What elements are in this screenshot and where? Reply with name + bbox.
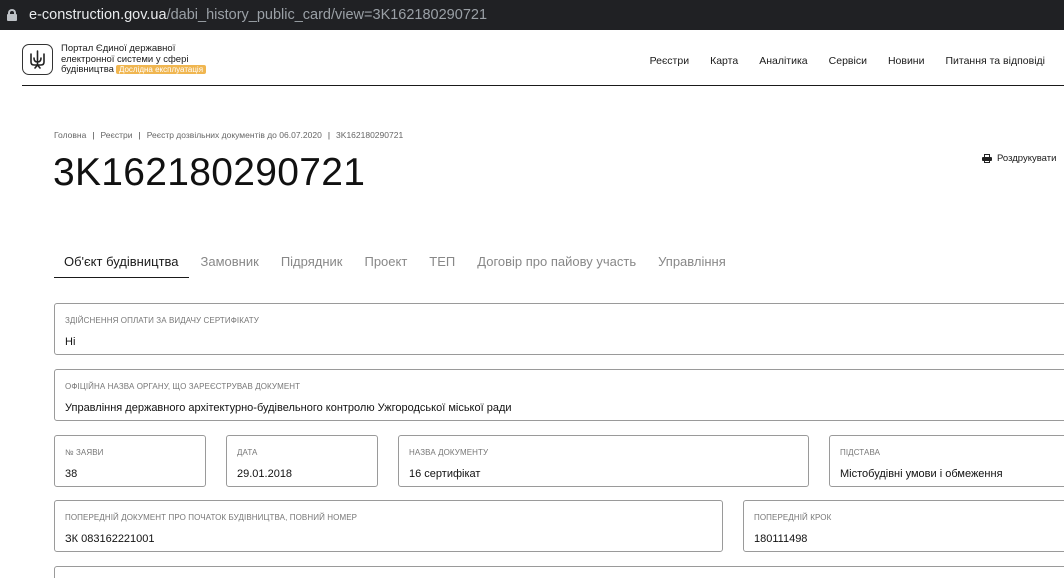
nav-faq[interactable]: Питання та відповіді xyxy=(945,55,1045,67)
breadcrumb-separator: | xyxy=(138,130,141,140)
field-label: Здійснення оплати за видачу сертифікату xyxy=(65,316,259,325)
breadcrumb-registry[interactable]: Реєстр дозвільних документів до 06.07.20… xyxy=(147,130,322,140)
field-value: 38 xyxy=(65,468,78,480)
browser-url-bar[interactable]: e-construction.gov.ua/dabi_history_publi… xyxy=(0,0,1064,30)
url-host: e-construction.gov.ua xyxy=(29,7,167,23)
field-payment: Здійснення оплати за видачу сертифікату … xyxy=(54,303,1064,355)
field-date: Дата 29.01.2018 xyxy=(226,435,378,487)
breadcrumb: Головна | Реєстри | Реєстр дозвільних до… xyxy=(54,130,403,140)
page-title: 3K162180290721 xyxy=(53,151,366,194)
field-value: Містобудівні умови і обмеження xyxy=(840,468,1003,480)
tab-shared-agreement[interactable]: Договір про пайову участь xyxy=(467,254,646,278)
field-next-partial xyxy=(54,566,1064,578)
field-application-number: № заяви 38 xyxy=(54,435,206,487)
nav-news[interactable]: Новини xyxy=(888,55,925,67)
field-label: Офіційна назва органу, що зареєстрував д… xyxy=(65,382,301,391)
nav-map[interactable]: Карта xyxy=(710,55,738,67)
breadcrumb-current: 3K162180290721 xyxy=(336,130,404,140)
field-label: Назва документу xyxy=(409,448,489,457)
tab-management[interactable]: Управління xyxy=(648,254,736,278)
field-value: 180111498 xyxy=(754,533,808,545)
field-value: ЗК 083162221001 xyxy=(65,533,155,545)
field-value: 29.01.2018 xyxy=(237,468,293,480)
breadcrumb-separator: | xyxy=(92,130,95,140)
field-label: Попередній крок xyxy=(754,513,832,522)
nav-analytics[interactable]: Аналітика xyxy=(759,55,807,67)
trident-logo-icon[interactable] xyxy=(22,44,53,75)
trial-badge: Дослідна експлуатація xyxy=(115,65,207,74)
breadcrumb-registries[interactable]: Реєстри xyxy=(101,130,133,140)
field-value: Ні xyxy=(65,336,76,348)
field-label: Попередній документ про початок будівниц… xyxy=(65,513,358,522)
nav-services[interactable]: Сервіси xyxy=(829,55,867,67)
tab-project[interactable]: Проект xyxy=(354,254,417,278)
field-label: Підстава xyxy=(840,448,881,457)
nav-registries[interactable]: Реєстри xyxy=(650,55,690,67)
field-previous-step: Попередній крок 180111498 xyxy=(743,500,1064,552)
field-value: 16 сертифікат xyxy=(409,468,481,480)
print-label: Роздрукувати xyxy=(997,153,1057,164)
main-nav: Реєстри Карта Аналітика Сервіси Новини П… xyxy=(629,55,1045,67)
tab-tep[interactable]: ТЕП xyxy=(419,254,465,278)
tab-bar: Об'єкт будівництва Замовник Підрядник Пр… xyxy=(54,254,738,278)
url-path: /dabi_history_public_card/view=3K1621802… xyxy=(166,7,488,23)
lock-icon xyxy=(7,9,17,21)
portal-title[interactable]: Портал Єдиної державної електронної сист… xyxy=(61,43,241,76)
field-label: № заяви xyxy=(65,448,104,457)
field-label: Дата xyxy=(237,448,258,457)
field-value: Управління державного архітектурно-будів… xyxy=(65,402,512,414)
portal-title-line3: будівництва xyxy=(61,64,114,75)
field-basis: Підстава Містобудівні умови і обмеження xyxy=(829,435,1064,487)
print-button[interactable]: Роздрукувати xyxy=(982,153,1056,164)
printer-icon xyxy=(982,154,992,163)
breadcrumb-home[interactable]: Головна xyxy=(54,130,86,140)
tab-customer[interactable]: Замовник xyxy=(191,254,269,278)
field-previous-document: Попередній документ про початок будівниц… xyxy=(54,500,723,552)
portal-title-line1: Портал Єдиної державної xyxy=(61,43,176,54)
field-authority: Офіційна назва органу, що зареєстрував д… xyxy=(54,369,1064,421)
breadcrumb-separator: | xyxy=(327,130,331,140)
tab-contractor[interactable]: Підрядник xyxy=(271,254,353,278)
url-text[interactable]: e-construction.gov.ua/dabi_history_publi… xyxy=(29,7,487,23)
tab-object[interactable]: Об'єкт будівництва xyxy=(54,254,189,278)
field-document-name: Назва документу 16 сертифікат xyxy=(398,435,809,487)
site-header: Портал Єдиної державної електронної сист… xyxy=(22,34,1064,86)
